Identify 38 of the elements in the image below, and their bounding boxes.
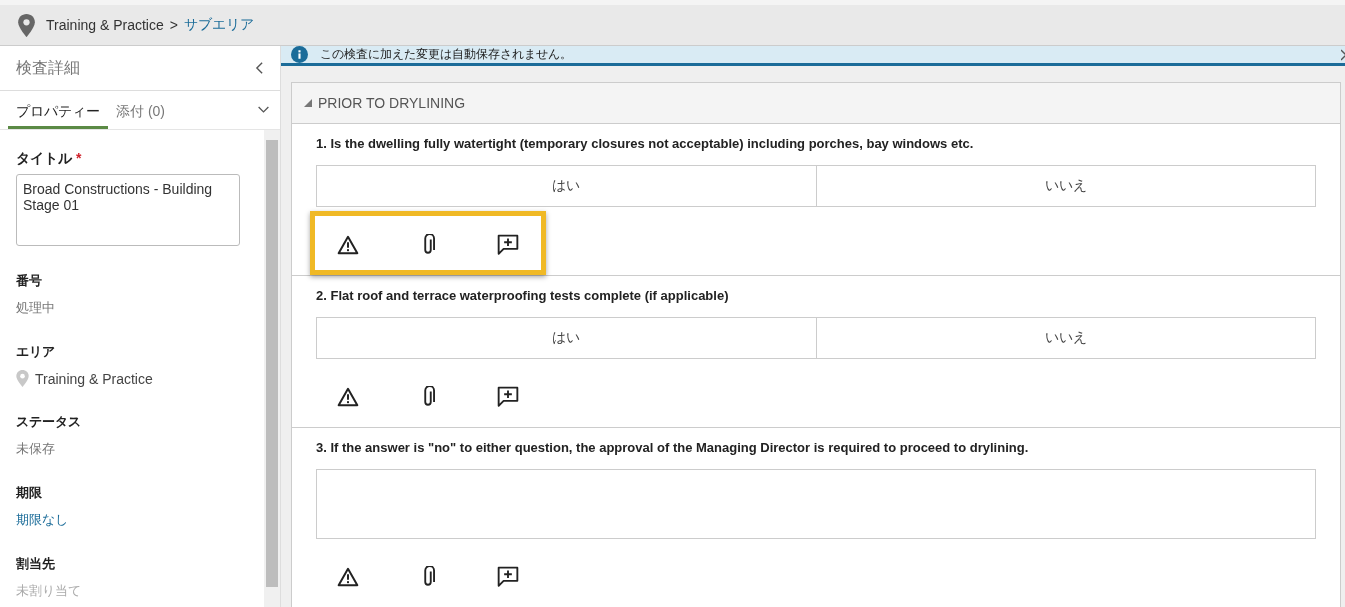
add-comment-icon[interactable] <box>497 386 519 408</box>
section-header[interactable]: PRIOR TO DRYLINING <box>292 83 1340 124</box>
scrollbar[interactable] <box>264 130 280 607</box>
question-text: 3. If the answer is "no" to either question, the approval of the Managing Director is required to proceed to drylining. <box>316 440 1030 455</box>
required-mark: * <box>76 150 82 168</box>
location-pin-icon <box>18 13 35 37</box>
collapse-icon[interactable] <box>255 61 264 75</box>
question-text: 1. Is the dwelling fully watertight (temporary closures not acceptable) including porches, bay windows etc. <box>316 136 975 151</box>
warning-icon[interactable] <box>337 566 359 588</box>
field-value: Training & Practice <box>35 370 153 387</box>
field-label: ステータス <box>16 413 82 431</box>
field-value-link[interactable]: 期限なし <box>16 511 248 529</box>
breadcrumb-separator: > <box>169 17 178 33</box>
tab[interactable]: プロパティー <box>8 91 108 129</box>
field-label: エリア <box>16 343 56 361</box>
warning-icon[interactable] <box>337 386 359 408</box>
question-text: 2. Flat roof and terrace waterproofing tests complete (if applicable) <box>316 288 730 303</box>
field-label: タイトル * <box>16 150 83 168</box>
field-value: 未保存 <box>16 440 56 458</box>
warning-icon[interactable] <box>337 234 359 256</box>
section-title: PRIOR TO DRYLINING <box>318 95 466 111</box>
breadcrumb-link[interactable]: Training & Practice <box>46 17 164 33</box>
banner-message: この検査に加えた変更は自動保存されません。 <box>320 46 573 63</box>
field-label: 割当先 <box>16 555 56 573</box>
location-pin-icon <box>16 370 29 387</box>
chevron-down-icon[interactable] <box>257 105 270 114</box>
breadcrumb-link[interactable]: サブエリア <box>183 16 254 34</box>
close-icon[interactable] <box>1341 48 1345 61</box>
add-comment-icon[interactable] <box>497 234 519 256</box>
tab[interactable]: 添付 (0) <box>108 91 173 129</box>
field-value: 処理中 <box>16 299 56 317</box>
scrollbar-thumb[interactable] <box>266 140 278 587</box>
add-comment-icon[interactable] <box>497 566 519 588</box>
field-label: 番号 <box>16 272 43 290</box>
title-field[interactable]: Broad Constructions - Building Stage 01 <box>16 174 240 246</box>
field-label: 期限 <box>16 484 43 502</box>
field-value: 未割り当て <box>16 582 82 600</box>
panel-title: 検査詳細 <box>16 57 80 78</box>
